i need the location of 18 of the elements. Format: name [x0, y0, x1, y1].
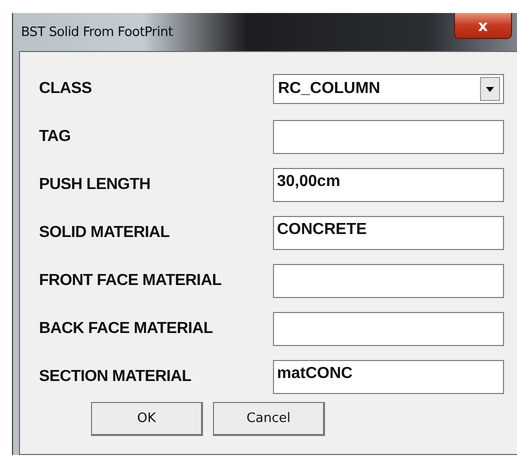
window-title: BST Solid From FootPrint [21, 25, 173, 40]
input-field[interactable] [273, 120, 504, 154]
input-field[interactable]: CONCRETE [273, 216, 504, 250]
input-field[interactable] [273, 264, 504, 298]
field-label: SOLID MATERIAL [39, 224, 171, 242]
field-label: CLASS [39, 80, 93, 98]
field-label: FRONT FACE MATERIAL [39, 272, 222, 290]
input-field[interactable]: matCONC [273, 360, 504, 394]
field-label: SECTION MATERIAL [39, 368, 192, 386]
field-label: TAG [39, 128, 72, 146]
ok-button[interactable]: OK [91, 402, 203, 436]
dropdown-field[interactable]: RC_COLUMN [273, 74, 504, 104]
input-field[interactable]: 30,00cm [273, 168, 504, 202]
field-label: PUSH LENGTH [39, 176, 152, 194]
input-field[interactable] [273, 312, 504, 346]
field-label: BACK FACE MATERIAL [39, 320, 214, 338]
cancel-button[interactable]: Cancel [213, 402, 325, 436]
close-button[interactable]: x [454, 13, 512, 39]
